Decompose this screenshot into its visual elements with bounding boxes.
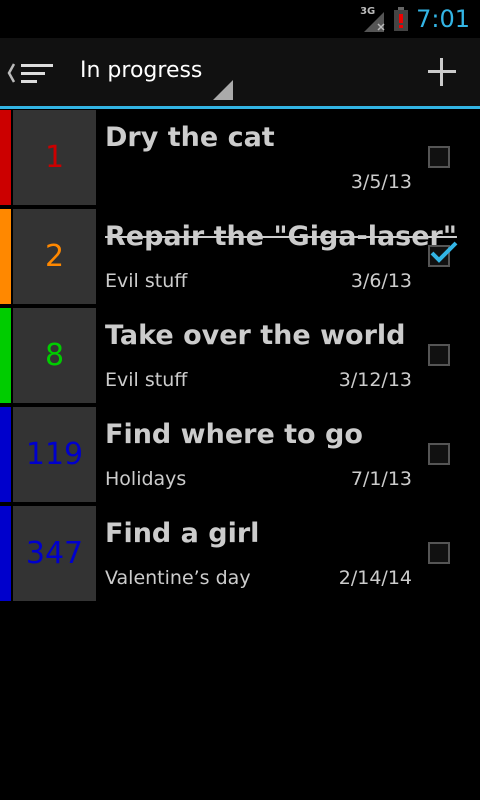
- task-checkbox[interactable]: [428, 344, 450, 366]
- task-category: Valentine’s day: [105, 567, 251, 589]
- priority-number: 347: [13, 506, 96, 601]
- filter-label: In progress: [80, 58, 203, 83]
- task-category: Evil stuff: [105, 270, 188, 292]
- hamburger-up-icon[interactable]: [4, 56, 56, 90]
- task-checkbox[interactable]: [428, 443, 450, 465]
- task-category: Holidays: [105, 468, 187, 490]
- status-bar: 3G 7:01: [0, 0, 480, 38]
- priority-number: 1: [13, 110, 96, 205]
- priority-number: 119: [13, 407, 96, 502]
- task-date: 2/14/14: [338, 567, 412, 589]
- task-checkbox-checked[interactable]: [428, 241, 458, 267]
- action-bar: In progress: [0, 38, 480, 106]
- task-row[interactable]: 2 Repair the "Giga-laser" Evil stuff 3/6…: [0, 209, 480, 308]
- task-row[interactable]: 347 Find a girl Valentine’s day 2/14/14: [0, 506, 480, 605]
- task-title: Dry the cat: [105, 122, 275, 153]
- priority-number: 8: [13, 308, 96, 403]
- task-date: 3/6/13: [350, 270, 412, 292]
- task-title: Find a girl: [105, 518, 260, 549]
- priority-color-strip: [0, 110, 11, 205]
- priority-color-strip: [0, 308, 11, 403]
- task-row[interactable]: 1 Dry the cat 3/5/13: [0, 110, 480, 209]
- add-button[interactable]: [426, 56, 458, 88]
- task-list: 1 Dry the cat 3/5/13 2 Repair the "Giga-…: [0, 110, 480, 605]
- plus-icon: [428, 58, 456, 86]
- task-title: Take over the world: [105, 320, 406, 351]
- clock: 7:01: [416, 5, 470, 33]
- priority-color-strip: [0, 506, 11, 601]
- priority-color-strip: [0, 407, 11, 502]
- task-checkbox[interactable]: [428, 542, 450, 564]
- task-row[interactable]: 119 Find where to go Holidays 7/1/13: [0, 407, 480, 506]
- task-title: Repair the "Giga-laser": [105, 221, 457, 252]
- spinner-corner-icon: [213, 80, 233, 100]
- priority-number: 2: [13, 209, 96, 304]
- task-date: 3/12/13: [338, 369, 412, 391]
- status-icons: 3G 7:01: [360, 4, 470, 34]
- priority-color-strip: [0, 209, 11, 304]
- task-date: 7/1/13: [350, 468, 412, 490]
- checkmark-icon: [430, 241, 458, 263]
- battery-alert-icon: [394, 7, 409, 31]
- signal-icon: 3G: [360, 6, 386, 32]
- task-category: Evil stuff: [105, 369, 188, 391]
- filter-spinner[interactable]: In progress: [70, 38, 235, 106]
- task-row[interactable]: 8 Take over the world Evil stuff 3/12/13: [0, 308, 480, 407]
- action-bar-divider: [0, 106, 480, 109]
- task-checkbox[interactable]: [428, 146, 450, 168]
- task-title: Find where to go: [105, 419, 363, 450]
- task-date: 3/5/13: [350, 171, 412, 193]
